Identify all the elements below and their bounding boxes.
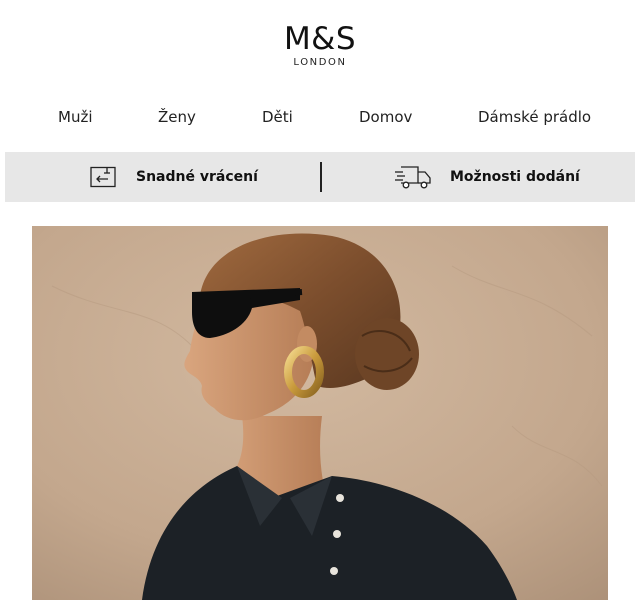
hero-image[interactable] (32, 226, 608, 600)
brand-subtitle: LONDON (293, 57, 347, 68)
nav-item-kids[interactable]: Děti (262, 108, 293, 126)
brand-logo[interactable]: M&S LONDON (0, 22, 640, 69)
nav-item-lingerie[interactable]: Dámské prádlo (478, 108, 591, 126)
delivery-options-label: Možnosti dodání (450, 169, 580, 185)
return-box-icon (90, 166, 116, 188)
nav-item-women[interactable]: Ženy (158, 108, 196, 126)
easy-returns-label: Snadné vrácení (136, 169, 258, 185)
hero-photo (32, 226, 608, 600)
main-nav: Muži Ženy Děti Domov Dámské prádlo (0, 108, 640, 132)
service-bar: Snadné vrácení Možnosti dodání (5, 152, 635, 202)
nav-item-men[interactable]: Muži (58, 108, 93, 126)
delivery-options-link[interactable]: Možnosti dodání (394, 152, 580, 202)
nav-item-home[interactable]: Domov (359, 108, 412, 126)
service-divider (320, 162, 322, 192)
easy-returns-link[interactable]: Snadné vrácení (90, 152, 258, 202)
brand-name: M&S (283, 21, 357, 57)
delivery-truck-icon (395, 166, 431, 189)
